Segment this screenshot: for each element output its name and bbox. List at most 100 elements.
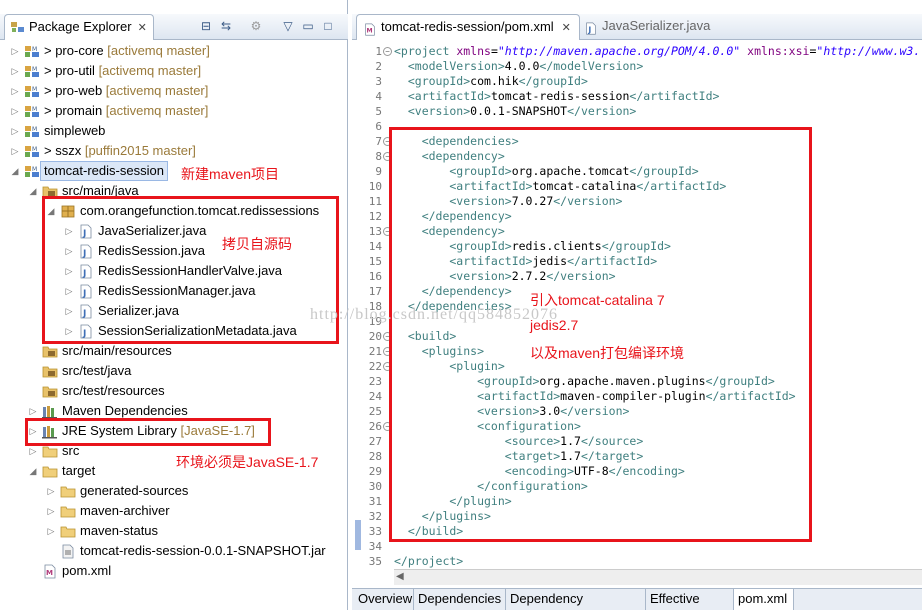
code-line: </project> bbox=[394, 554, 463, 569]
tree-item[interactable]: ▷ M > pro-core [activemq master] bbox=[0, 41, 348, 61]
tree-item[interactable]: src/main/resources bbox=[0, 341, 348, 361]
project-icon: M bbox=[24, 104, 40, 119]
page-tab-pom-xml[interactable]: pom.xml bbox=[734, 589, 794, 610]
collapsed-arrow-icon[interactable]: ▷ bbox=[10, 41, 20, 61]
collapsed-arrow-icon[interactable]: ▷ bbox=[10, 141, 20, 161]
tree-item-label: target bbox=[62, 461, 95, 481]
collapsed-arrow-icon[interactable]: ▷ bbox=[46, 501, 56, 521]
editor-tab-javaserializer[interactable]: J JavaSerializer.java bbox=[578, 14, 718, 40]
view-menu-icon[interactable]: ▽ bbox=[280, 18, 296, 34]
git-decoration: [activemq master] bbox=[103, 43, 210, 58]
tree-item-label: src/main/resources bbox=[62, 341, 172, 361]
tree-item[interactable]: Mpom.xml bbox=[0, 561, 348, 581]
tree-item-text: maven-status bbox=[80, 523, 159, 538]
code-token: </version> bbox=[567, 104, 637, 118]
tree-item[interactable]: src/test/resources bbox=[0, 381, 348, 401]
line-number: 17 bbox=[368, 285, 382, 298]
tree-item[interactable]: ◢ Mtomcat-redis-session bbox=[0, 161, 348, 181]
page-tab-dependency-hierarchy[interactable]: Dependency Hierarchy bbox=[506, 589, 646, 610]
annotation-copied-source: 拷贝自源码 bbox=[222, 236, 292, 252]
package-explorer-tab[interactable]: Package Explorer ✕ bbox=[4, 14, 154, 40]
line-number: 26 bbox=[368, 420, 382, 433]
expanded-arrow-icon[interactable]: ◢ bbox=[28, 181, 38, 201]
expanded-arrow-icon[interactable]: ◢ bbox=[10, 161, 20, 181]
collapsed-arrow-icon[interactable]: ▷ bbox=[46, 481, 56, 501]
code-line: <version>0.0.1-SNAPSHOT</version> bbox=[394, 104, 637, 119]
tree-item[interactable]: src/test/java bbox=[0, 361, 348, 381]
collapse-all-icon[interactable]: ⊟ bbox=[198, 18, 214, 34]
tree-item[interactable]: ▷ M > pro-util [activemq master] bbox=[0, 61, 348, 81]
source-folder-icon bbox=[42, 344, 58, 359]
source-folder-icon bbox=[42, 384, 58, 399]
expanded-arrow-icon[interactable]: ◢ bbox=[28, 461, 38, 481]
editor-tab-pom[interactable]: Mtomcat-redis-session/pom.xml ✕ bbox=[356, 14, 580, 40]
tree-item[interactable]: ▷ M > sszx [puffin2015 master] bbox=[0, 141, 348, 161]
tree-item[interactable]: tomcat-redis-session-0.0.1-SNAPSHOT.jar bbox=[0, 541, 348, 561]
project-icon: M bbox=[24, 144, 40, 159]
tree-item-text: > promain bbox=[44, 103, 103, 118]
line-number: 6 bbox=[375, 120, 382, 133]
line-number: 22 bbox=[368, 360, 382, 373]
current-line-marker bbox=[355, 520, 361, 550]
code-token: "http://www.w3. bbox=[816, 44, 921, 58]
collapsed-arrow-icon[interactable]: ▷ bbox=[10, 101, 20, 121]
tree-item-text: Maven Dependencies bbox=[62, 403, 188, 418]
filter-icon[interactable]: ⚙ bbox=[248, 18, 264, 34]
tree-item[interactable]: ▷ maven-archiver bbox=[0, 501, 348, 521]
collapsed-arrow-icon[interactable]: ▷ bbox=[10, 81, 20, 101]
folder-icon bbox=[42, 464, 58, 479]
svg-text:M: M bbox=[32, 86, 37, 93]
code-token: </groupId> bbox=[518, 74, 588, 88]
tree-item[interactable]: ▷ generated-sources bbox=[0, 481, 348, 501]
horizontal-scrollbar[interactable]: ◀ bbox=[394, 569, 922, 585]
tree-item[interactable]: ▷ maven-status bbox=[0, 521, 348, 541]
project-icon: M bbox=[24, 44, 40, 59]
git-decoration: [activemq master] bbox=[102, 83, 209, 98]
minimize-icon[interactable]: ▭ bbox=[300, 18, 316, 34]
page-tab-overview[interactable]: Overview bbox=[354, 589, 414, 610]
fold-toggle-icon[interactable]: − bbox=[383, 47, 392, 56]
tree-item-text: > pro-web bbox=[44, 83, 103, 98]
tree-item[interactable]: ▷ M > pro-web [activemq master] bbox=[0, 81, 348, 101]
page-tab-effective-pom[interactable]: Effective POM bbox=[646, 589, 734, 610]
tree-item-label: maven-status bbox=[80, 521, 158, 541]
code-token: xmlns:xsi bbox=[747, 44, 810, 58]
line-number: 1 bbox=[375, 45, 382, 58]
collapsed-arrow-icon[interactable]: ▷ bbox=[46, 521, 56, 541]
line-number: 35 bbox=[368, 555, 382, 568]
line-number: 23 bbox=[368, 375, 382, 388]
tree-item-label: simpleweb bbox=[44, 121, 105, 141]
editor-tab-bar: Mtomcat-redis-session/pom.xml ✕ J JavaSeria… bbox=[352, 14, 922, 40]
tree-item-text: simpleweb bbox=[44, 123, 106, 138]
svg-text:M: M bbox=[32, 166, 37, 173]
line-number: 16 bbox=[368, 270, 382, 283]
code-token: </modelVersion> bbox=[539, 59, 644, 73]
line-number: 25 bbox=[368, 405, 382, 418]
tree-item-label: tomcat-redis-session bbox=[40, 161, 168, 181]
tree-item-text: tomcat-redis-session-0.0.1-SNAPSHOT.jar bbox=[80, 543, 326, 558]
scroll-left-icon[interactable]: ◀ bbox=[396, 571, 404, 582]
code-token: com.hik bbox=[470, 74, 519, 88]
tree-item-label: pom.xml bbox=[62, 561, 111, 581]
code-token: = bbox=[490, 44, 498, 58]
line-number: 29 bbox=[368, 465, 382, 478]
line-number: 11 bbox=[368, 195, 382, 208]
close-icon[interactable]: ✕ bbox=[562, 22, 571, 34]
page-tab-dependencies[interactable]: Dependencies bbox=[414, 589, 506, 610]
watermark: http://blog.csdn.net/qq584852076 bbox=[310, 306, 558, 323]
code-line: <modelVersion>4.0.0</modelVersion> bbox=[394, 59, 643, 74]
tree-item[interactable]: ▷ M > promain [activemq master] bbox=[0, 101, 348, 121]
close-icon[interactable]: ✕ bbox=[138, 22, 147, 34]
collapsed-arrow-icon[interactable]: ▷ bbox=[10, 121, 20, 141]
code-token: xmlns bbox=[456, 44, 491, 58]
maximize-icon[interactable]: □ bbox=[320, 18, 336, 34]
link-with-editor-icon[interactable]: ⇆ bbox=[218, 18, 234, 34]
collapsed-arrow-icon[interactable]: ▷ bbox=[10, 61, 20, 81]
tree-item[interactable]: ▷ Msimpleweb bbox=[0, 121, 348, 141]
annotation-new-project: 新建maven项目 bbox=[181, 166, 280, 182]
tree-item-label: > pro-web [activemq master] bbox=[44, 81, 208, 101]
tree-item-text: > pro-core bbox=[44, 43, 104, 58]
line-number: 12 bbox=[368, 210, 382, 223]
dependencies-highlight bbox=[389, 127, 812, 542]
package-explorer-title: Package Explorer bbox=[29, 19, 132, 34]
